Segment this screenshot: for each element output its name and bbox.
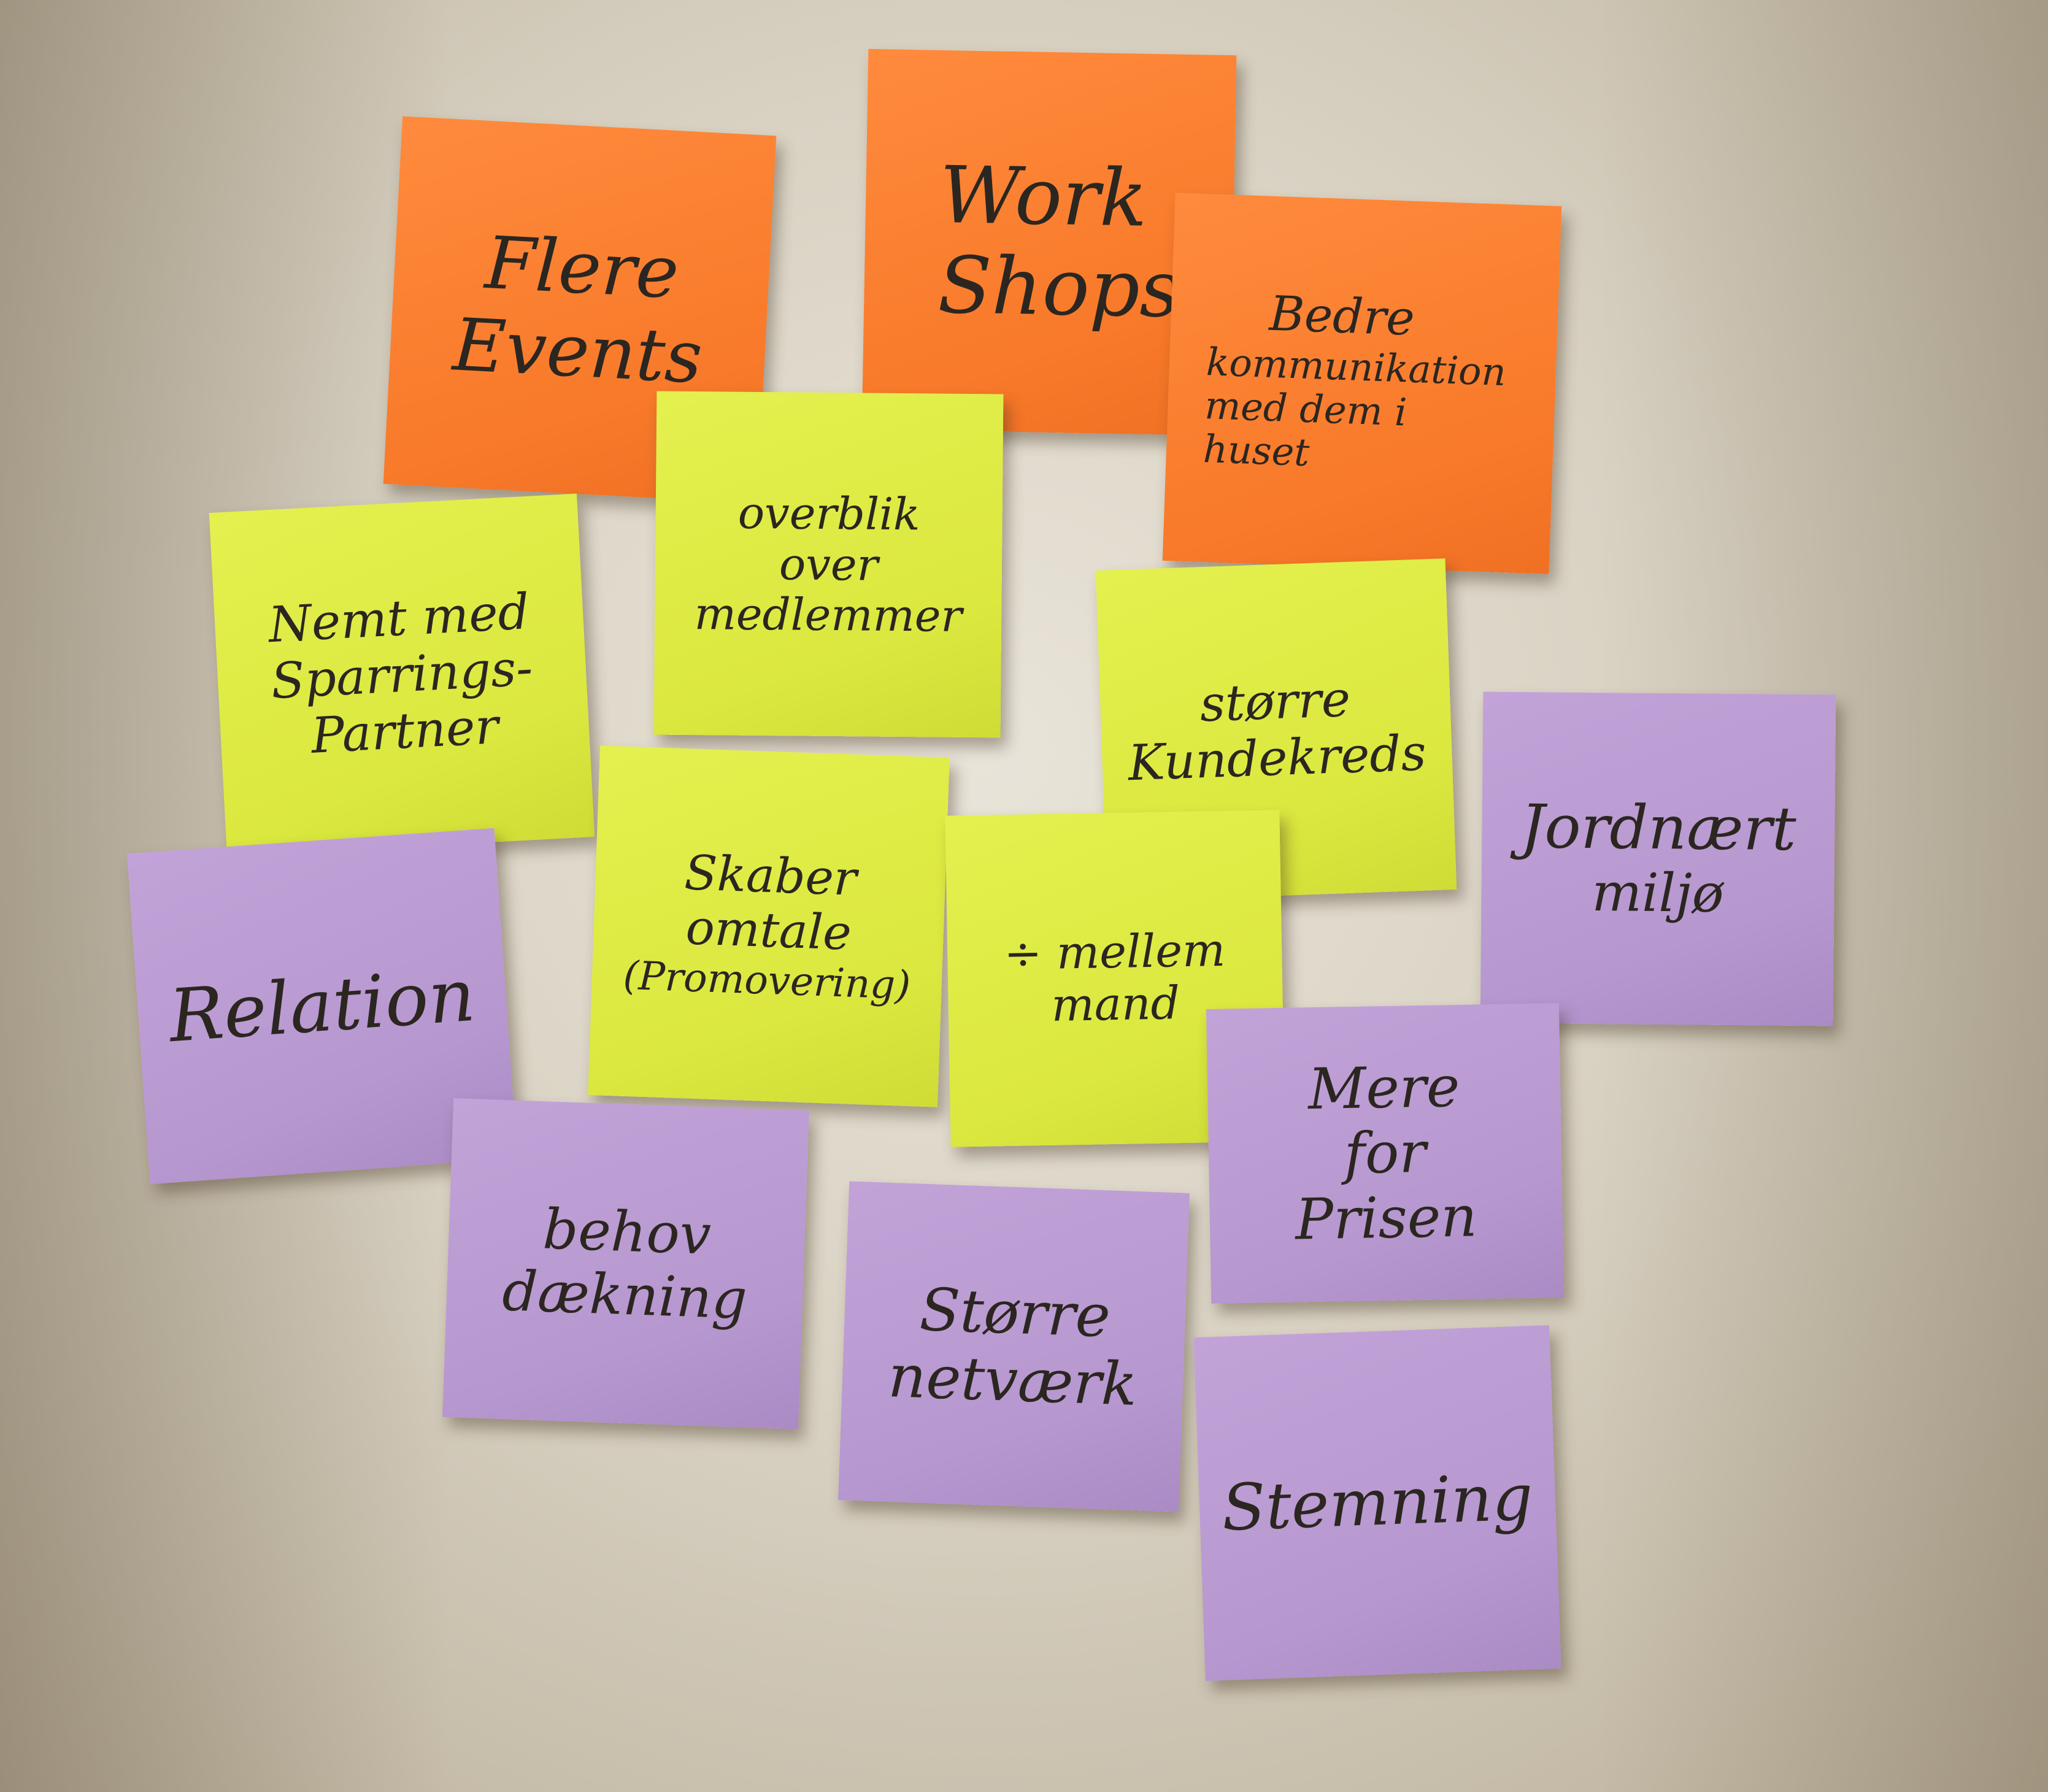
sticky-note-overblik: overblik over medlemmer [653, 391, 1004, 738]
note-line: (Promovering) [622, 953, 912, 1009]
sticky-note-jordnaert-miljoe: Jordnært miljø [1480, 691, 1836, 1026]
note-line: netværk [887, 1341, 1139, 1420]
note-line: Stemning [1220, 1459, 1534, 1546]
note-line: Skaber [683, 845, 858, 907]
note-line: Partner [309, 697, 500, 764]
note-line: dækning [501, 1259, 749, 1332]
note-line: større [1199, 670, 1352, 733]
note-line: Relation [166, 952, 478, 1059]
note-line: overblik [737, 486, 920, 540]
note-line: mand [1050, 977, 1180, 1032]
note-line: Jordnært [1520, 792, 1797, 865]
note-line: Større [918, 1275, 1112, 1351]
sticky-note-stoerre-netvaerk: Større netværk [838, 1181, 1190, 1512]
note-line: omtale [685, 900, 853, 961]
sticky-note-behov-daekning: behov dækning [442, 1098, 809, 1429]
sticky-note-nemt-med-sparringspartner: Nemt med Sparrings- Partner [209, 493, 595, 856]
note-line: Flere [483, 220, 681, 315]
note-line: over [779, 537, 879, 591]
note-line: Events [450, 302, 705, 400]
note-line: Work [939, 149, 1149, 245]
note-line: ÷ mellem [1003, 923, 1226, 981]
note-line: Prisen [1295, 1183, 1478, 1253]
note-line: Shops [937, 239, 1181, 336]
note-line: Mere [1307, 1054, 1461, 1123]
note-line: for [1343, 1119, 1427, 1187]
note-line: miljø [1592, 861, 1724, 925]
sticky-note-mere-for-prisen: Mere for Prisen [1206, 1003, 1565, 1304]
note-line: med dem i [1204, 383, 1408, 435]
sticky-note-stemning: Stemning [1193, 1325, 1561, 1681]
sticky-note-bedre-kommunikation: Bedre kommunikation med dem i huset [1162, 193, 1562, 574]
note-line: huset [1202, 426, 1311, 475]
note-line: Kundekreds [1127, 724, 1428, 792]
note-line: behov [542, 1196, 712, 1267]
sticky-note-skaber-omtale: Skaber omtale (Promovering) [588, 745, 950, 1107]
note-line: medlemmer [694, 588, 963, 642]
note-line: Bedre [1268, 286, 1416, 347]
